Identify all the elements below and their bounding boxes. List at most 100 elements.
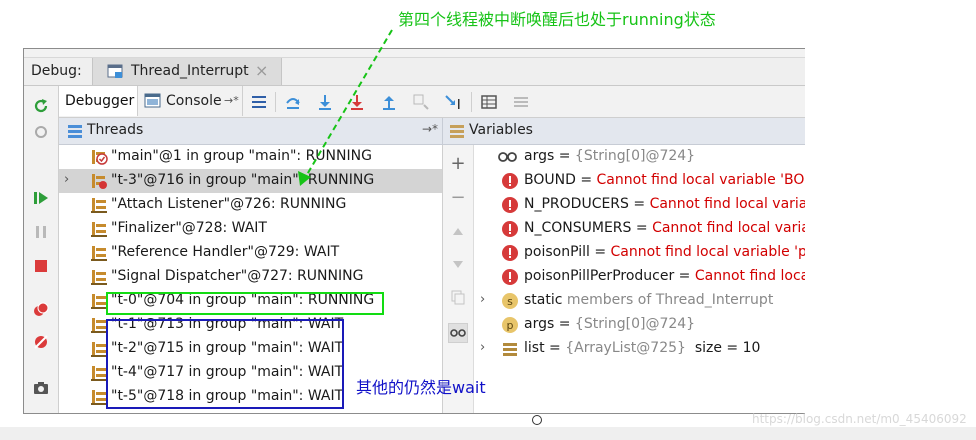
stop-icon[interactable] — [31, 256, 51, 276]
variable-name: poisonPillPerProducer — [524, 268, 675, 284]
thread-row[interactable]: "main"@1 in group "main": RUNNING — [59, 145, 442, 169]
variable-text: list = {ArrayList@725} size = 10 — [524, 340, 760, 356]
view-breakpoints-icon[interactable] — [31, 300, 51, 320]
console-icon — [144, 93, 161, 108]
resume-icon[interactable] — [31, 188, 51, 208]
variables-panel-header: Variables — [443, 118, 805, 145]
svg-text:s: s — [507, 295, 513, 308]
parameter-p-icon: p — [501, 316, 519, 334]
variable-value: members of Thread_Interrupt — [566, 292, 774, 308]
chevron-right-icon[interactable]: › — [480, 292, 485, 307]
variable-separator: = — [628, 196, 650, 212]
tab-debugger[interactable]: Debugger — [59, 86, 138, 116]
variable-separator: = — [575, 172, 597, 188]
move-up-icon[interactable] — [448, 221, 468, 241]
variable-value: {String[0]@724} — [574, 148, 696, 164]
drop-frame-icon[interactable] — [411, 92, 431, 112]
debugger-tab-bar: Debugger Console →* — [59, 86, 805, 118]
thread-row[interactable]: "Signal Dispatcher"@727: RUNNING — [59, 265, 442, 289]
highlight-box-running — [106, 292, 384, 315]
variable-error: Cannot find local variable 'N_CONSUMERS' — [652, 220, 805, 236]
evaluate-expression-icon[interactable] — [479, 92, 499, 112]
variable-error: Cannot find local variable 'BOUND' — [596, 172, 805, 188]
step-over-icon[interactable] — [283, 92, 303, 112]
mute-breakpoints-icon[interactable] — [31, 332, 51, 352]
thread-row[interactable]: › "t-3"@716 in group "main": RUNNING — [59, 169, 442, 193]
variable-value: {String[0]@724} — [574, 316, 696, 332]
debug-side-toolbar: » — [24, 86, 59, 413]
variable-separator: = — [544, 340, 566, 356]
show-execution-point-icon[interactable] — [249, 92, 269, 112]
app-window-icon — [107, 64, 123, 78]
variables-list: args = {String[0]@724} BOUND = Cannot fin… — [475, 145, 805, 413]
debug-session-tab[interactable]: Thread_Interrupt × — [92, 58, 282, 85]
variable-text: poisonPill = Cannot find local variable … — [524, 244, 805, 260]
tab-console[interactable]: Console →* — [138, 86, 243, 116]
run-to-cursor-icon[interactable] — [443, 92, 463, 112]
move-down-icon[interactable] — [448, 255, 468, 275]
variable-text: N_PRODUCERS = Cannot find local variable… — [524, 196, 805, 212]
top-annotation-note: 第四个线程被中断唤醒后也处于running状态 — [398, 10, 716, 29]
thread-current-icon — [90, 148, 108, 166]
close-icon[interactable]: × — [255, 61, 268, 80]
variable-separator: = — [589, 244, 611, 260]
threads-icon — [68, 125, 82, 138]
thread-label: "t-3"@716 in group "main": RUNNING — [111, 172, 375, 188]
highlight-box-wait — [106, 319, 344, 409]
error-icon — [501, 172, 519, 190]
add-watch-icon[interactable]: + — [448, 153, 468, 174]
debug-label: Debug: — [31, 63, 82, 79]
pin-icon[interactable]: →* — [224, 94, 239, 107]
force-step-into-icon[interactable] — [347, 92, 367, 112]
variables-icon — [450, 125, 464, 138]
variable-error: Cannot find local variable 'N_PRODUCERS' — [649, 196, 805, 212]
thread-icon — [90, 268, 108, 286]
window-top-edge — [24, 49, 805, 58]
copy-icon[interactable] — [448, 287, 468, 307]
remove-watch-icon[interactable]: − — [448, 187, 468, 208]
wait-annotation-note: 其他的仍然是wait — [356, 378, 486, 397]
chevron-right-icon[interactable]: › — [480, 340, 485, 355]
error-icon — [501, 268, 519, 286]
bottom-strip — [0, 427, 976, 440]
trace-icon[interactable] — [511, 92, 531, 112]
watches-toggle-icon[interactable] — [448, 323, 468, 343]
variable-name: N_PRODUCERS — [524, 196, 629, 212]
variable-text: args = {String[0]@724} — [524, 148, 695, 164]
rerun-icon[interactable] — [31, 96, 51, 116]
thread-row[interactable]: "Finalizer"@728: WAIT — [59, 217, 442, 241]
pause-icon[interactable] — [31, 222, 51, 242]
thread-row[interactable]: "Reference Handler"@729: WAIT — [59, 241, 442, 265]
chevron-right-icon[interactable]: › — [64, 172, 69, 187]
step-into-icon[interactable] — [315, 92, 335, 112]
variable-name: list — [524, 340, 545, 356]
variable-separator: = — [554, 148, 575, 164]
thread-label: "Finalizer"@728: WAIT — [111, 220, 267, 236]
thread-row[interactable]: "Attach Listener"@726: RUNNING — [59, 193, 442, 217]
threads-title: Threads — [87, 122, 144, 138]
variable-name: poisonPill — [524, 244, 590, 260]
variable-value: {ArrayList@725} — [565, 340, 686, 356]
variable-separator: = — [631, 220, 653, 236]
step-out-icon[interactable] — [379, 92, 399, 112]
variable-name: N_CONSUMERS — [524, 220, 632, 236]
variable-separator: = — [674, 268, 695, 284]
thread-label: "main"@1 in group "main": RUNNING — [111, 148, 372, 164]
pin-icon[interactable]: →* — [422, 122, 438, 136]
thread-suspended-icon — [90, 172, 108, 190]
thread-icon — [90, 244, 108, 262]
variable-separator: = — [554, 316, 575, 332]
svg-text:p: p — [507, 319, 514, 332]
variable-error: Cannot find local variable 'poisonPill' — [610, 244, 805, 260]
error-icon — [501, 244, 519, 262]
camera-icon[interactable] — [31, 378, 51, 398]
settings-gear-icon[interactable] — [31, 122, 51, 142]
variable-text: BOUND = Cannot find local variable 'BOUN… — [524, 172, 805, 188]
debug-tool-bar: Debug: Thread_Interrupt × — [24, 58, 805, 86]
variable-name: BOUND — [524, 172, 576, 188]
variable-text: args = {String[0]@724} — [524, 316, 695, 332]
variable-text: poisonPillPerProducer = Cannot find loca… — [524, 268, 805, 284]
thread-label: "Reference Handler"@729: WAIT — [111, 244, 340, 260]
carousel-dot-icon[interactable] — [532, 415, 542, 425]
debug-session-label: Thread_Interrupt — [131, 63, 249, 79]
